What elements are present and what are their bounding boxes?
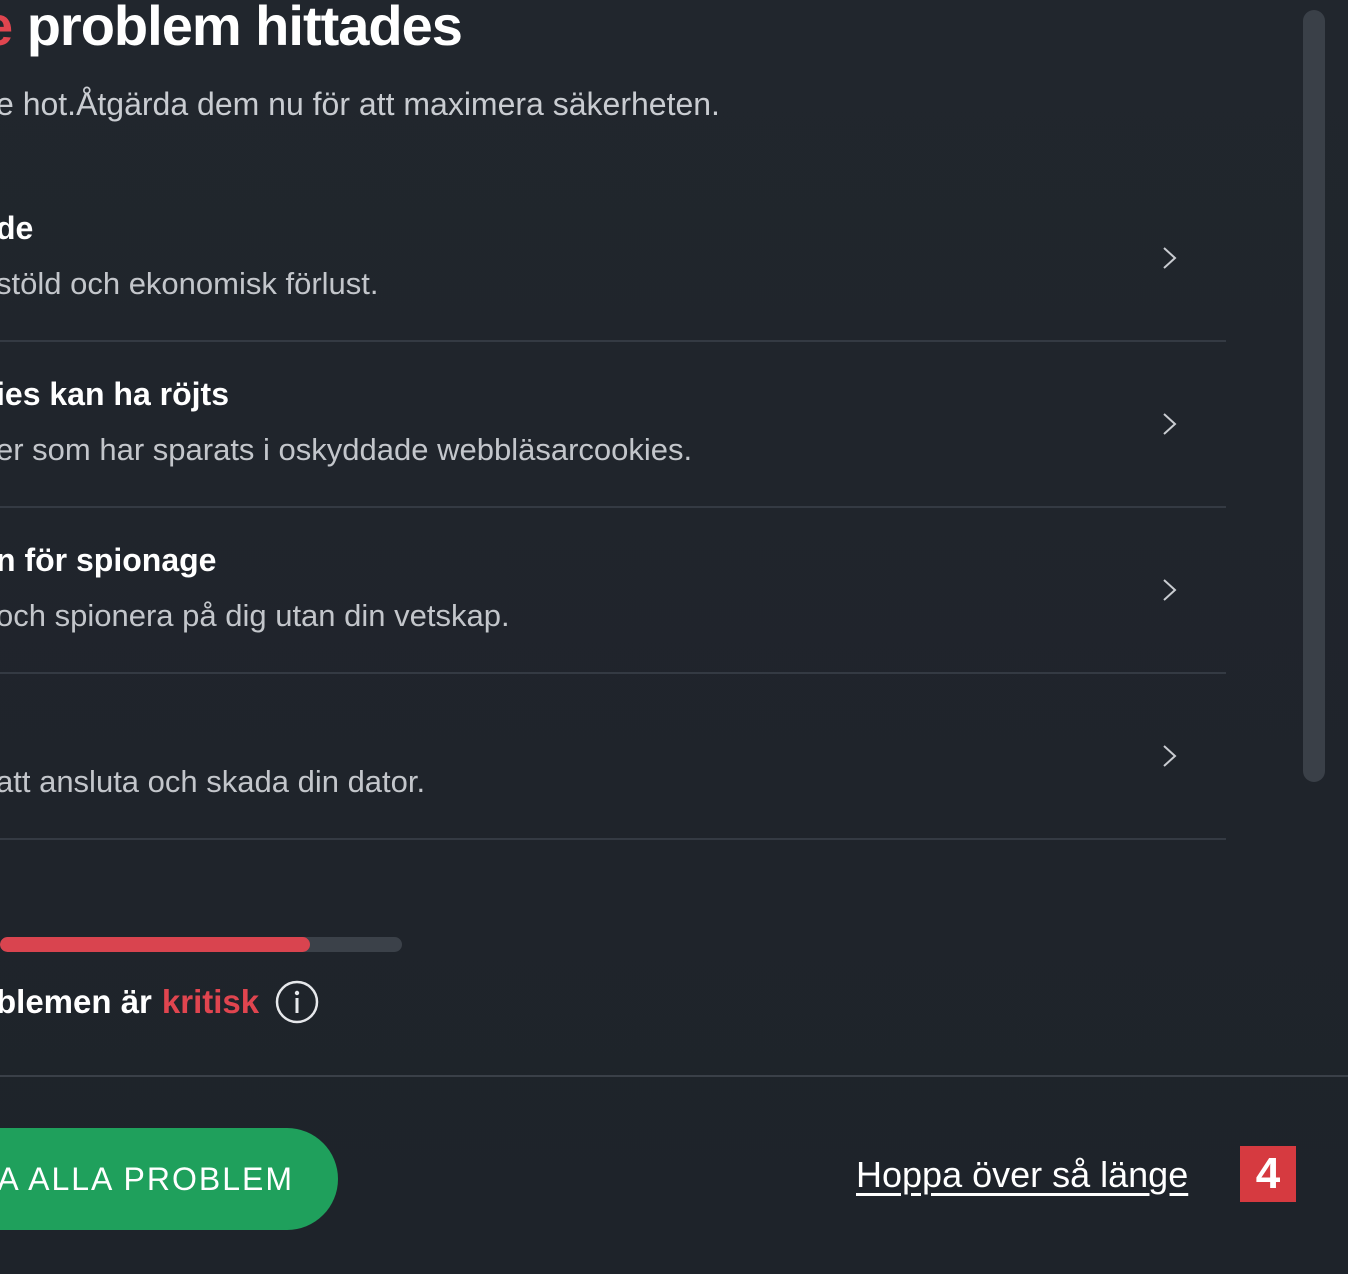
scrollbar-thumb[interactable] <box>1303 10 1325 782</box>
severity-level: kritisk <box>161 983 260 1020</box>
issue-description: stöld och ekonomisk förlust. <box>0 266 379 301</box>
severity-bar <box>0 937 402 952</box>
page-title-rest: problem hittades <box>12 0 463 57</box>
issue-title: de <box>0 210 34 246</box>
page-title-accent: e <box>0 0 13 57</box>
annotation-badge: 4 <box>1240 1146 1296 1202</box>
chevron-right-icon <box>1163 247 1177 269</box>
issue-description: er som har sparats i oskyddade webbläsar… <box>0 432 693 467</box>
issue-row-cookies[interactable]: ies kan ha röjts er som har sparats i os… <box>0 342 1226 508</box>
severity-text: blemen är <box>0 983 152 1020</box>
issue-description: och spionera på dig utan din vetskap. <box>0 598 510 633</box>
page-title: e problem hittades <box>0 0 463 59</box>
issue-list: de stöld och ekonomisk förlust. ies kan … <box>0 176 1226 840</box>
chevron-right-icon <box>1163 745 1177 767</box>
issue-title: ies kan ha röjts <box>0 376 229 412</box>
skip-for-now-link[interactable]: Hoppa över så länge <box>856 1154 1188 1196</box>
issue-row-identity[interactable]: de stöld och ekonomisk förlust. <box>0 176 1226 342</box>
severity-summary: blemen är kritisk <box>0 980 319 1024</box>
issue-title: n för spionage <box>0 542 217 578</box>
page-subtitle: e hot.Åtgärda dem nu för att maximera sä… <box>0 86 720 122</box>
chevron-right-icon <box>1163 579 1177 601</box>
issue-row-spying[interactable]: n för spionage och spionera på dig utan … <box>0 508 1226 674</box>
chevron-right-icon <box>1163 413 1177 435</box>
issue-row-network[interactable]: att ansluta och skada din dator. <box>0 674 1226 840</box>
fix-all-problems-button[interactable]: A ALLA PROBLEM <box>0 1128 338 1230</box>
severity-bar-fill <box>0 937 310 952</box>
info-icon[interactable] <box>275 980 319 1024</box>
issue-description: att ansluta och skada din dator. <box>0 764 426 799</box>
scan-results-page: e problem hittades e hot.Åtgärda dem nu … <box>0 0 1348 1274</box>
footer-divider <box>0 1075 1348 1077</box>
